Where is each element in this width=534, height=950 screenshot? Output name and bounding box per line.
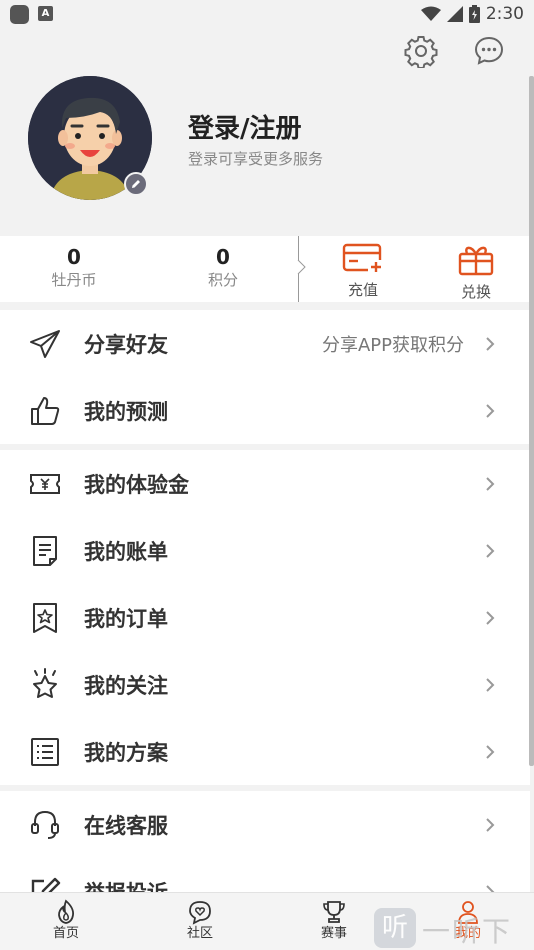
list-icon — [31, 737, 59, 766]
menu-item-my-follows[interactable]: 我的关注 — [0, 651, 530, 718]
menu-item-label: 我的体验金 — [84, 472, 189, 497]
stat-value: 0 — [67, 245, 81, 269]
exchange-label: 兑换 — [460, 283, 491, 301]
recharge-button[interactable]: 充值 — [318, 242, 408, 300]
gear-icon[interactable] — [404, 34, 438, 68]
chevron-right-icon — [486, 884, 495, 892]
menu-group-account: 我的体验金 我的账单 我的订单 我的关注 我的方案 — [0, 450, 530, 785]
menu-item-my-orders[interactable]: 我的订单 — [0, 584, 530, 651]
scrollbar[interactable] — [529, 76, 534, 766]
battery-icon — [468, 5, 480, 23]
pencil-icon — [132, 180, 140, 188]
chat-bubble-icon[interactable] — [472, 34, 506, 68]
stat-value: 0 — [216, 245, 230, 269]
recharge-card-icon — [342, 243, 384, 274]
menu-item-label: 我的方案 — [84, 740, 168, 765]
menu-item-trial-funds[interactable]: 我的体验金 — [0, 450, 530, 517]
watermark-badge: 听 — [374, 908, 416, 948]
bill-icon — [33, 535, 57, 566]
stat-points[interactable]: 0 积分 — [149, 244, 297, 290]
chevron-right-icon — [486, 610, 495, 625]
menu-item-label: 我的账单 — [84, 539, 168, 564]
login-register-title[interactable]: 登录/注册 — [188, 108, 302, 145]
chevron-right-icon — [486, 403, 495, 418]
profile-header[interactable]: 登录/注册 登录可享受更多服务 — [0, 76, 534, 236]
menu-item-my-bills[interactable]: 我的账单 — [0, 517, 530, 584]
menu-item-hint: 分享APP获取积分 — [321, 334, 464, 356]
menu-item-label: 我的订单 — [84, 606, 168, 631]
stat-label: 牡丹币 — [51, 271, 97, 289]
clock: 2:30 — [485, 4, 524, 24]
exchange-button[interactable]: 兑换 — [431, 242, 521, 302]
tab-community[interactable]: 社区 — [160, 899, 240, 943]
stat-label: 积分 — [207, 271, 238, 289]
divider-notch — [297, 260, 306, 274]
gift-icon — [458, 246, 494, 276]
trophy-icon — [323, 901, 345, 923]
menu-item-my-predictions[interactable]: 我的预测 — [0, 377, 530, 444]
watermark: 听 一听下载 — [374, 906, 534, 950]
status-bar: A 2:30 — [0, 0, 534, 28]
order-icon — [33, 602, 57, 633]
recharge-label: 充值 — [347, 281, 378, 299]
coupon-icon — [30, 473, 60, 494]
notification-icon — [10, 5, 29, 24]
menu-item-label: 我的预测 — [84, 399, 168, 424]
community-icon — [189, 901, 211, 925]
tab-label: 首页 — [52, 926, 79, 941]
menu-item-my-plans[interactable]: 我的方案 — [0, 718, 530, 785]
edit-avatar-button[interactable] — [124, 172, 148, 196]
edit-icon — [31, 877, 61, 892]
chevron-right-icon — [486, 336, 495, 351]
chevron-right-icon — [486, 677, 495, 692]
menu-item-label: 我的关注 — [84, 673, 168, 698]
tab-events[interactable]: 赛事 — [294, 899, 374, 943]
chevron-right-icon — [486, 817, 495, 832]
stat-peony-coins[interactable]: 0 牡丹币 — [0, 244, 148, 290]
chevron-right-icon — [486, 476, 495, 491]
menu-item-online-service[interactable]: 在线客服 — [0, 791, 530, 858]
menu-item-label: 分享好友 — [84, 332, 168, 357]
fire-icon — [58, 899, 75, 924]
tab-home[interactable]: 首页 — [26, 899, 106, 943]
menu-item-report-complaint[interactable]: 举报投诉 — [0, 858, 530, 892]
paper-plane-icon — [30, 329, 60, 358]
watermark-text: 一听下载 — [422, 915, 513, 948]
app-badge-icon: A — [38, 6, 53, 21]
tab-label: 赛事 — [320, 926, 347, 941]
stats-bar: 0 牡丹币 0 积分 充值 兑换 — [0, 236, 534, 302]
menu-group-share: 分享好友 分享APP获取积分 我的预测 — [0, 310, 530, 444]
tab-label: 社区 — [186, 926, 213, 941]
chevron-right-icon — [486, 744, 495, 759]
chevron-right-icon — [486, 543, 495, 558]
signal-icon — [446, 6, 463, 22]
login-subtitle: 登录可享受更多服务 — [188, 150, 324, 168]
menu-item-label: 在线客服 — [84, 813, 168, 838]
thumbs-up-icon — [31, 396, 60, 425]
headset-icon — [31, 810, 59, 839]
menu-group-support: 在线客服 举报投诉 — [0, 791, 530, 892]
menu-item-label: 举报投诉 — [84, 877, 168, 893]
wifi-icon — [420, 6, 441, 21]
menu-item-share-friends[interactable]: 分享好友 分享APP获取积分 — [0, 310, 530, 377]
star-icon — [33, 667, 57, 698]
